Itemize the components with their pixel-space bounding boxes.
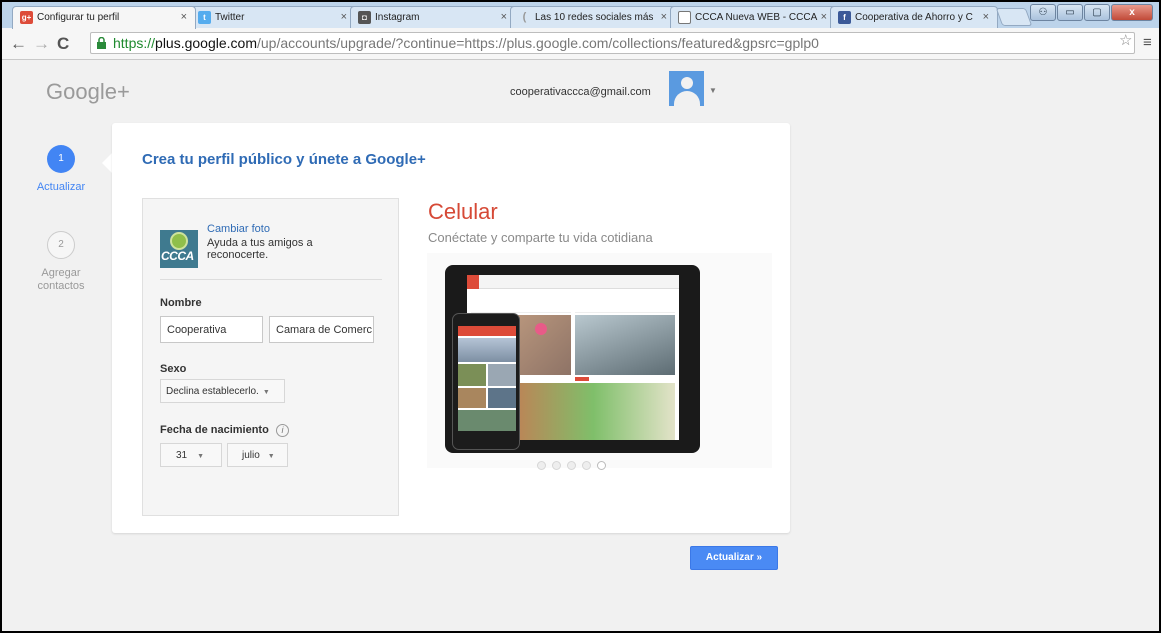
gender-value: Declina establecerlo. — [166, 386, 259, 397]
url-host: plus.google.com — [155, 35, 257, 51]
profile-form: CCCA Cambiar foto Ayuda a tus amigos a r… — [142, 198, 399, 516]
tab-close-icon[interactable]: × — [661, 11, 667, 23]
profile-card: Crea tu perfil público y únete a Google+… — [112, 123, 790, 533]
carousel-dot-active[interactable] — [597, 461, 606, 470]
new-tab-button[interactable] — [995, 8, 1033, 26]
step-2-indicator: 2 — [47, 231, 75, 259]
birth-month-value: julio — [242, 450, 260, 461]
minimize-button[interactable]: ▭ — [1057, 4, 1083, 21]
change-photo-link[interactable]: Cambiar foto — [207, 223, 270, 235]
update-button[interactable]: Actualizar » — [690, 546, 778, 570]
carousel-dot[interactable] — [537, 461, 546, 470]
lock-icon — [97, 37, 106, 49]
avatar-head — [681, 77, 693, 89]
phone-image — [452, 313, 520, 450]
card-title: Crea tu perfil público y únete a Google+ — [142, 151, 426, 168]
profile-photo-text: CCCA — [161, 249, 194, 263]
birth-day-value: 31 — [176, 450, 188, 461]
tab-label: Las 10 redes sociales más — [535, 12, 654, 23]
tab-close-icon[interactable]: × — [983, 11, 989, 23]
carousel-dots — [537, 461, 606, 470]
avatar-body — [674, 91, 700, 106]
window-controls: ⚇ ▭ ▢ x — [1030, 4, 1153, 21]
browser-toolbar: ← → C https://plus.google.com/up/account… — [2, 28, 1159, 60]
chevron-down-icon: ▼ — [197, 453, 205, 460]
tab-label: Configurar tu perfil — [37, 12, 120, 23]
reload-icon[interactable]: C — [57, 34, 69, 54]
tab-twitter[interactable]: t Twitter × — [190, 6, 356, 28]
close-window-button[interactable]: x — [1111, 4, 1153, 21]
birthdate-label: Fecha de nacimiento — [160, 424, 269, 436]
step-1-indicator: 1 — [47, 145, 75, 173]
facebook-icon: f — [838, 11, 851, 24]
photo-help-text: Ayuda a tus amigos a reconocerte. — [207, 237, 313, 261]
globe-logo-icon — [170, 232, 188, 250]
browser-window: g+ Configurar tu perfil × t Twitter × ◘ … — [0, 0, 1161, 633]
tab-redes-sociales[interactable]: ( Las 10 redes sociales más × — [510, 6, 676, 28]
tab-ccca-web[interactable]: CCCA Nueva WEB - CCCA × — [670, 6, 836, 28]
url-path: /up/accounts/upgrade/?continue=https://p… — [256, 35, 819, 51]
tab-close-icon[interactable]: × — [181, 11, 187, 23]
devices-illustration — [427, 253, 772, 468]
bookmark-star-icon[interactable]: ☆ — [1119, 31, 1132, 49]
tab-close-icon[interactable]: × — [501, 11, 507, 23]
promo-title: Celular — [428, 199, 498, 224]
birth-month-select[interactable]: julio ▼ — [227, 443, 288, 467]
phone-screen — [458, 326, 516, 431]
tab-label: CCCA Nueva WEB - CCCA — [695, 12, 818, 23]
user-icon[interactable]: ⚇ — [1030, 4, 1056, 21]
tab-cooperativa-facebook[interactable]: f Cooperativa de Ahorro y C × — [830, 6, 998, 28]
promo-subtitle: Conéctate y comparte tu vida cotidiana — [428, 230, 653, 245]
tab-close-icon[interactable]: × — [821, 11, 827, 23]
forward-arrow-icon[interactable]: → — [33, 34, 50, 54]
chevron-down-icon: ▼ — [267, 453, 275, 460]
step-1-label: Actualizar — [36, 181, 86, 193]
profile-photo[interactable]: CCCA — [160, 230, 198, 268]
gender-label: Sexo — [160, 363, 187, 375]
page-content: Google+ cooperativaccca@gmail.com ▼ 1 Ac… — [2, 61, 1159, 631]
divider — [160, 279, 382, 280]
address-bar[interactable]: https://plus.google.com/up/accounts/upgr… — [90, 32, 1135, 54]
google-plus-logo[interactable]: Google+ — [46, 79, 130, 105]
maximize-button[interactable]: ▢ — [1084, 4, 1110, 21]
tab-strip: g+ Configurar tu perfil × t Twitter × ◘ … — [2, 2, 1159, 29]
tab-label: Instagram — [375, 12, 420, 23]
carousel-dot[interactable] — [567, 461, 576, 470]
account-caret-icon[interactable]: ▼ — [709, 86, 717, 95]
birth-day-select[interactable]: 31 ▼ — [160, 443, 222, 467]
card-pointer — [102, 153, 112, 173]
instagram-icon: ◘ — [358, 11, 371, 24]
tab-instagram[interactable]: ◘ Instagram × — [350, 6, 516, 28]
chevron-down-icon: ▼ — [262, 389, 270, 396]
tab-close-icon[interactable]: × — [341, 11, 347, 23]
step-2-label: Agregar contactos — [29, 267, 93, 293]
avatar[interactable] — [669, 71, 704, 106]
carousel-dot[interactable] — [552, 461, 561, 470]
document-icon — [678, 11, 691, 24]
loading-icon: ( — [522, 11, 527, 23]
first-name-field[interactable]: Cooperativa — [160, 316, 263, 343]
step-2-label-line1: Agregar — [41, 267, 81, 279]
tab-label: Twitter — [215, 12, 245, 23]
menu-icon[interactable]: ≡ — [1143, 34, 1152, 51]
scrollbar[interactable] — [1152, 61, 1159, 631]
tab-label: Cooperativa de Ahorro y C — [855, 12, 973, 23]
carousel-dot[interactable] — [582, 461, 591, 470]
tab-configurar-perfil[interactable]: g+ Configurar tu perfil × — [12, 6, 196, 29]
google-plus-icon: g+ — [20, 11, 33, 24]
info-icon[interactable]: i — [276, 424, 289, 437]
gender-select[interactable]: Declina establecerlo. ▼ — [160, 379, 285, 403]
step-2-label-line2: contactos — [37, 280, 85, 292]
last-name-field[interactable]: Camara de Comerc — [269, 316, 374, 343]
account-email: cooperativaccca@gmail.com — [510, 86, 651, 98]
twitter-icon: t — [198, 11, 211, 24]
url-protocol: https:// — [113, 35, 156, 51]
back-arrow-icon[interactable]: ← — [10, 34, 27, 54]
name-label: Nombre — [160, 297, 202, 309]
